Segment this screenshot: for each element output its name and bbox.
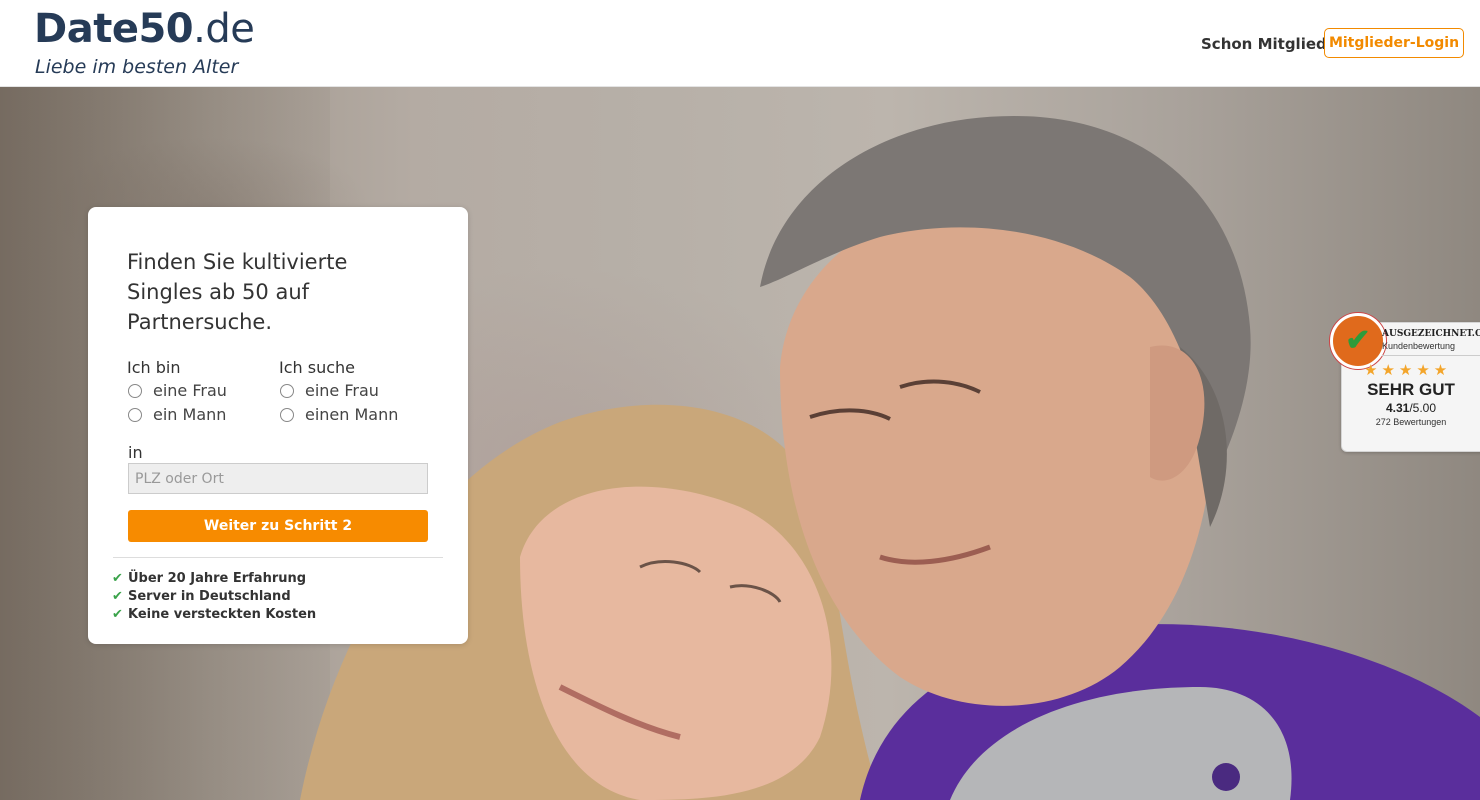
radio-label: einen Mann [305, 405, 399, 424]
site-logo[interactable]: Date50.de Liebe im besten Alter [34, 6, 255, 78]
site-header: Date50.de Liebe im besten Alter Schon Mi… [0, 0, 1480, 87]
radio-button[interactable] [280, 383, 294, 398]
member-login-button[interactable]: Mitglieder-Login [1324, 28, 1464, 58]
logo-tagline: Liebe im besten Alter [35, 56, 239, 78]
location-input[interactable]: PLZ oder Ort [128, 463, 428, 494]
review-count: 272 Bewertungen [1375, 417, 1447, 427]
radio-seeking-man[interactable]: einen Mann [280, 405, 398, 424]
card-divider [113, 557, 443, 558]
checkmark-icon: ✔ [112, 570, 123, 586]
rating-stars-icon: ★★★★★ [1364, 362, 1452, 379]
feature-item: ✔ Keine versteckten Kosten [112, 606, 317, 622]
feature-item: ✔ Über 20 Jahre Erfahrung [112, 570, 307, 586]
badge-divider [1382, 355, 1480, 356]
logo-wordmark: Date50.de [34, 6, 255, 52]
next-step-button[interactable]: Weiter zu Schritt 2 [128, 510, 428, 542]
checkmark-icon: ✔ [112, 588, 123, 604]
rating-badge[interactable]: ✔ AUSGEZEICHNET.ORG Kundenbewertung ★★★★… [1330, 313, 1480, 452]
radio-button[interactable] [128, 407, 142, 422]
location-label: in [128, 443, 143, 462]
rating-word: SEHR GUT [1367, 380, 1455, 399]
radio-seeking-woman[interactable]: eine Frau [280, 381, 379, 400]
signup-heading: Finden Sie kultivierte Singles ab 50 auf… [127, 250, 348, 334]
radio-button[interactable] [280, 407, 294, 422]
rating-score: 4.31/5.00 [1385, 401, 1437, 415]
feature-item: ✔ Server in Deutschland [112, 588, 291, 604]
radio-label: ein Mann [153, 405, 227, 424]
badge-brand: AUSGEZEICHNET.ORG [1382, 329, 1480, 339]
i-am-label: Ich bin [127, 358, 181, 377]
member-question: Schon Mitglied? [1201, 35, 1336, 53]
radio-i-am-woman[interactable]: eine Frau [128, 381, 227, 400]
radio-label: eine Frau [153, 381, 227, 400]
badge-subtitle: Kundenbewertung [1382, 341, 1456, 351]
radio-i-am-man[interactable]: ein Mann [128, 405, 226, 424]
feature-list: ✔ Über 20 Jahre Erfahrung ✔ Server in Deut… [112, 569, 316, 623]
checkmark-icon: ✔ [112, 606, 123, 622]
signup-card: Finden Sie kultivierte Singles ab 50 auf… [88, 207, 468, 644]
seeking-label: Ich suche [279, 358, 355, 377]
radio-button[interactable] [128, 383, 142, 398]
radio-label: eine Frau [305, 381, 379, 400]
